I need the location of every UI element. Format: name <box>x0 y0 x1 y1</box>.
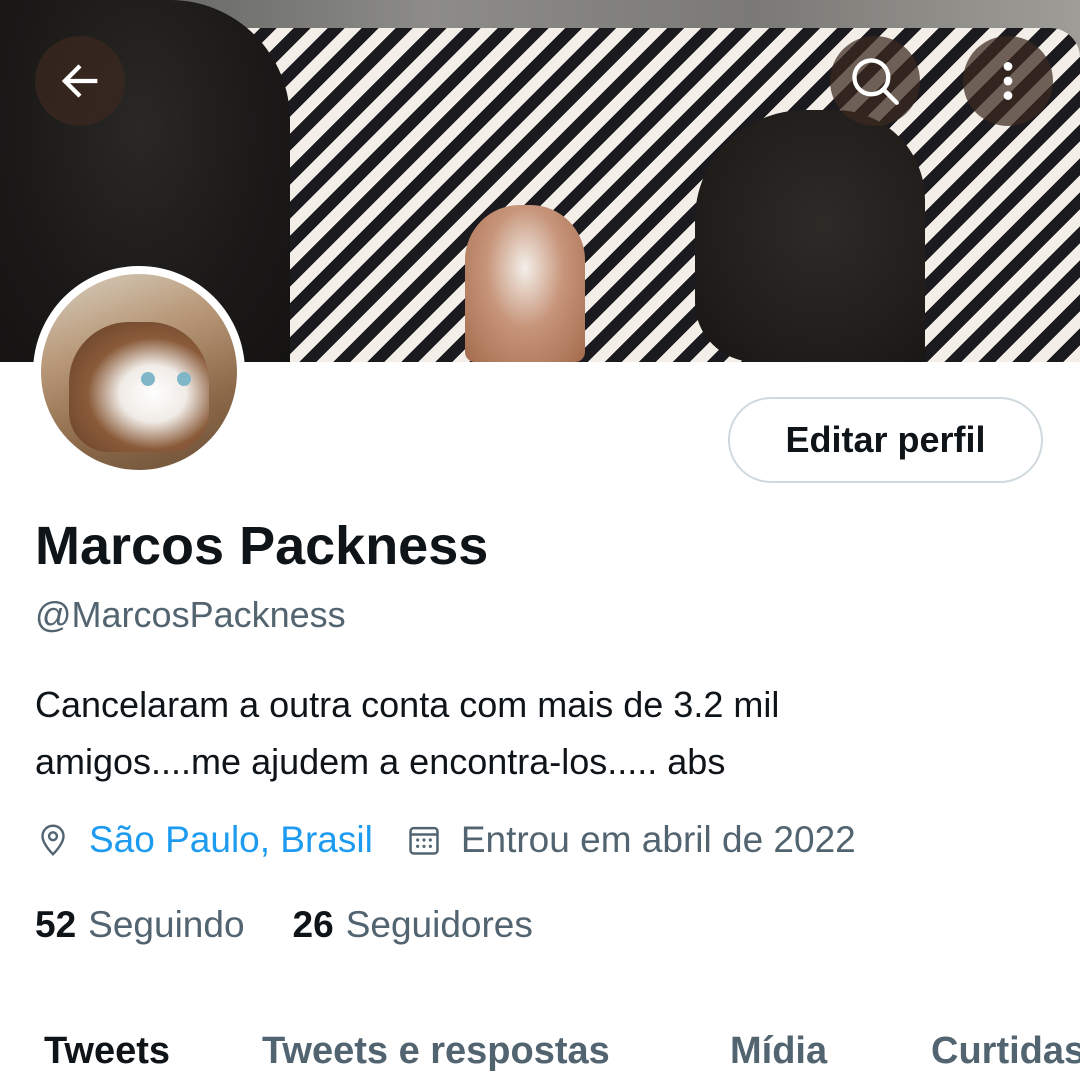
avatar-cat-eye <box>177 372 191 386</box>
following-link[interactable]: 52 Seguindo <box>35 904 245 946</box>
profile-handle: @MarcosPackness <box>35 594 346 635</box>
bio-line: amigos....me ajudem a encontra-los..... … <box>35 741 726 782</box>
avatar-cat-eye <box>141 372 155 386</box>
banner-blanket <box>220 28 1080 362</box>
profile-tabs: Tweets Tweets e respostas Mídia Curtidas <box>0 1030 1080 1073</box>
location-link[interactable]: São Paulo, Brasil <box>89 819 373 861</box>
arrow-left-icon <box>54 55 106 107</box>
avatar-image <box>41 274 237 470</box>
following-count: 52 <box>35 904 77 945</box>
tab-likes[interactable]: Curtidas <box>931 1030 1080 1073</box>
location-pin-icon <box>35 822 71 858</box>
more-options-button[interactable] <box>963 36 1053 126</box>
back-button[interactable] <box>35 36 125 126</box>
tab-media[interactable]: Mídia <box>730 1030 827 1073</box>
profile-name: Marcos Packness <box>35 516 489 576</box>
search-icon <box>846 52 904 110</box>
profile-meta: São Paulo, Brasil Entrou em abril de 202… <box>35 815 856 865</box>
join-date: Entrou em abril de 2022 <box>460 819 856 860</box>
more-vertical-icon <box>983 56 1033 106</box>
followers-link[interactable]: 26 Seguidores <box>293 904 533 946</box>
bio-line: Cancelaram a outra conta com mais de 3.2… <box>35 684 780 725</box>
followers-count: 26 <box>292 904 334 945</box>
tab-tweets-replies[interactable]: Tweets e respostas <box>262 1030 610 1073</box>
edit-profile-button[interactable]: Editar perfil <box>728 397 1043 483</box>
banner-dog-right <box>695 110 925 362</box>
followers-label: Seguidores <box>345 904 533 945</box>
banner-cat <box>465 205 585 362</box>
avatar-cat <box>69 322 209 452</box>
search-button[interactable] <box>830 36 920 126</box>
following-label: Seguindo <box>88 904 245 945</box>
profile-bio: Cancelaram a outra conta com mais de 3.2… <box>35 676 1035 790</box>
tab-tweets[interactable]: Tweets <box>44 1030 170 1073</box>
follow-stats: 52 Seguindo 26 Seguidores <box>35 904 581 946</box>
calendar-icon <box>405 821 443 859</box>
avatar[interactable] <box>33 266 245 478</box>
